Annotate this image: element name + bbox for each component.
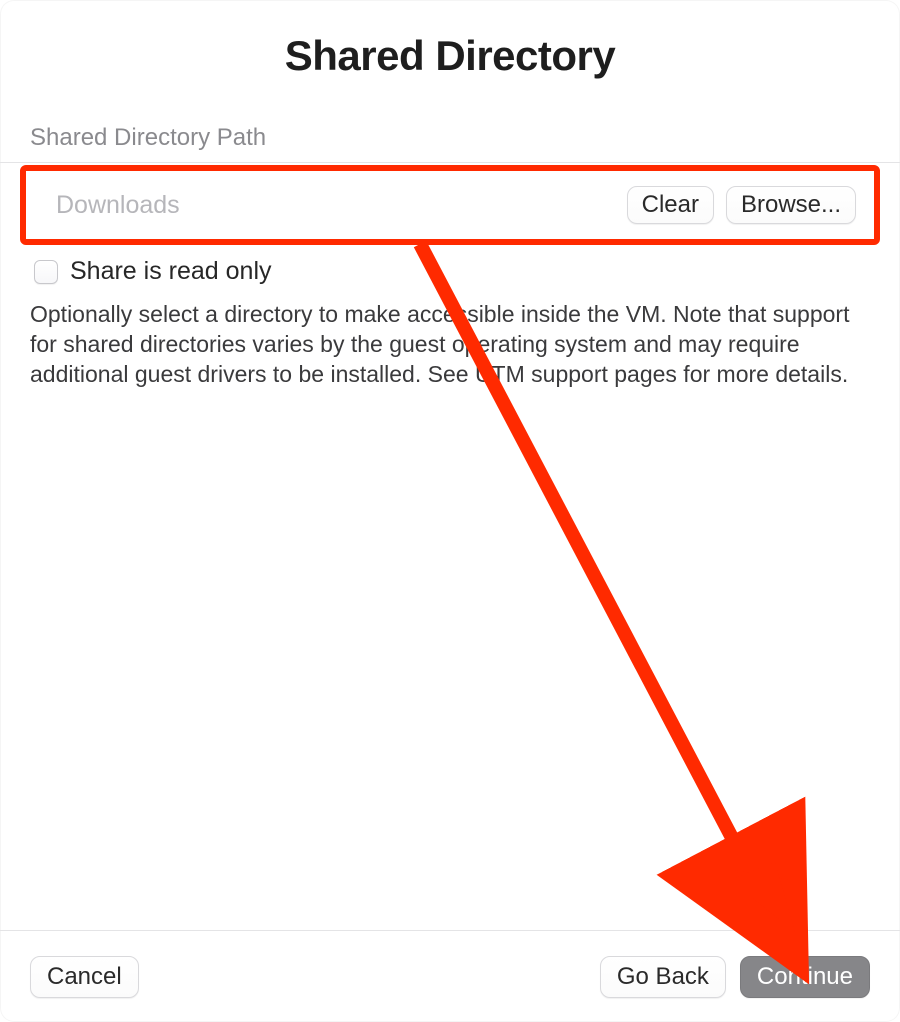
path-row: Downloads Clear Browse...: [26, 171, 874, 239]
browse-button[interactable]: Browse...: [726, 186, 856, 224]
readonly-row: Share is read only: [0, 251, 900, 300]
help-text: Optionally select a directory to make ac…: [0, 300, 900, 390]
readonly-checkbox[interactable]: [34, 260, 58, 284]
continue-button[interactable]: Continue: [740, 956, 870, 998]
dialog-window: Shared Directory Shared Directory Path D…: [0, 0, 900, 1022]
section-label-path: Shared Directory Path: [0, 80, 900, 162]
divider: [0, 162, 900, 163]
readonly-label: Share is read only: [70, 257, 272, 286]
annotation-highlight-box: Downloads Clear Browse...: [20, 165, 880, 245]
shared-path-field[interactable]: Downloads: [44, 191, 615, 220]
go-back-button[interactable]: Go Back: [600, 956, 726, 998]
page-title: Shared Directory: [0, 0, 900, 80]
clear-button[interactable]: Clear: [627, 186, 714, 224]
cancel-button[interactable]: Cancel: [30, 956, 139, 998]
footer-bar: Cancel Go Back Continue: [0, 930, 900, 1022]
